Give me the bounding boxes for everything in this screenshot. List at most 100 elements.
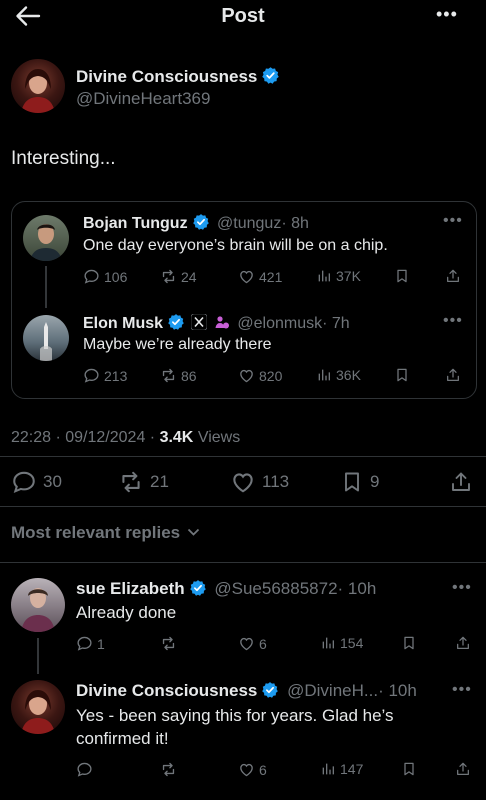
verified-badge-icon (189, 579, 207, 597)
reply-name[interactable]: sue Elizabeth (76, 579, 185, 598)
views-icon (316, 367, 332, 383)
views-button[interactable]: 36K (316, 367, 361, 383)
reply-count: 106 (104, 268, 128, 285)
quoted-text: Maybe we’re already there (83, 336, 272, 353)
reply-button[interactable]: 213 (83, 367, 127, 384)
like-button[interactable]: 113 (230, 469, 289, 495)
views-count: 37K (336, 268, 361, 284)
bookmark-button[interactable] (394, 367, 410, 383)
reply-button[interactable]: 30 (11, 469, 62, 495)
repost-button[interactable]: 21 (118, 469, 169, 495)
reply-time: · 10h (378, 681, 417, 700)
quoted-handle[interactable]: @elonmusk (237, 315, 322, 332)
quoted-name[interactable]: Elon Musk (83, 315, 163, 332)
repost-button[interactable]: 24 (160, 268, 197, 285)
author-avatar[interactable] (11, 59, 65, 113)
reply-text-line-2: confirmed it! (76, 729, 169, 748)
share-icon (455, 635, 471, 651)
bookmark-button[interactable] (401, 635, 417, 651)
reply-icon (83, 367, 100, 384)
quoted-text: One day everyone’s brain will be on a ch… (83, 237, 388, 254)
quoted-name[interactable]: Bojan Tunguz (83, 215, 188, 232)
share-icon (455, 761, 471, 777)
reply-author-row[interactable]: Divine Consciousness @DivineH...· 10h (76, 681, 417, 701)
reply-author-row[interactable]: sue Elizabeth @Sue56885872· 10h (76, 579, 376, 599)
more-options-icon[interactable]: ••• (436, 4, 458, 25)
like-icon (238, 761, 255, 778)
reply-handle[interactable]: @Sue56885872 (214, 579, 337, 598)
like-button[interactable]: 421 (238, 268, 282, 285)
repost-icon (160, 367, 177, 384)
author-handle[interactable]: @DivineHeart369 (76, 89, 210, 109)
share-button[interactable] (455, 761, 471, 777)
like-button[interactable]: 820 (238, 367, 282, 384)
bookmark-button[interactable] (394, 268, 410, 284)
reply-icon (76, 761, 93, 778)
views-icon (320, 761, 336, 777)
reply-button[interactable]: 1 (76, 635, 105, 652)
repost-icon (160, 761, 177, 778)
like-icon (230, 469, 256, 495)
replies-filter-label: Most relevant replies (11, 523, 181, 542)
verified-badge-icon (261, 66, 280, 85)
quoted-time: · 8h (281, 215, 309, 232)
government-badge-icon (214, 314, 230, 330)
reply-text-line-1: Yes - been saying this for years. Glad h… (76, 706, 394, 725)
bookmark-icon (401, 761, 417, 777)
quoted-author-row[interactable]: Bojan Tunguz @tunguz· 8h (83, 213, 309, 233)
quoted-author-row[interactable]: Elon Musk @elonmusk· 7h (83, 313, 350, 333)
bookmark-icon (394, 367, 410, 383)
reply-name[interactable]: Divine Consciousness (76, 681, 257, 700)
thread-line (45, 266, 47, 308)
share-button[interactable] (455, 635, 471, 651)
author-name[interactable]: Divine Consciousness (76, 67, 257, 86)
bookmark-button[interactable] (401, 761, 417, 777)
views-button[interactable]: 154 (320, 635, 363, 651)
post-datetime: 22:28 · 09/12/2024 · (11, 429, 156, 446)
views-icon (320, 635, 336, 651)
like-button[interactable]: 6 (238, 761, 267, 778)
repost-button[interactable]: 86 (160, 367, 197, 384)
quoted-avatar-elon[interactable] (23, 315, 69, 361)
like-count: 421 (259, 268, 283, 285)
views-icon (316, 268, 332, 284)
views-count: 36K (336, 367, 361, 383)
author-name-row[interactable]: Divine Consciousness (76, 66, 280, 87)
repost-count: 24 (181, 268, 197, 285)
repost-button[interactable] (160, 761, 177, 778)
post-views-count: 3.4K (159, 429, 194, 446)
bookmark-icon (401, 635, 417, 651)
quoted-time: · 7h (322, 315, 350, 332)
like-icon (238, 635, 255, 652)
repost-button[interactable] (160, 635, 177, 652)
reply-icon (83, 268, 100, 285)
share-icon (445, 268, 461, 284)
quoted-avatar-bojan[interactable] (23, 215, 69, 261)
like-icon (238, 268, 255, 285)
verified-badge-icon (261, 681, 279, 699)
like-button[interactable]: 6 (238, 635, 267, 652)
verified-badge-icon (192, 213, 210, 231)
reply-avatar-divine[interactable] (11, 680, 65, 734)
replies-filter-dropdown[interactable]: Most relevant replies (11, 522, 200, 543)
share-button[interactable] (445, 268, 461, 284)
quoted-handle[interactable]: @tunguz (217, 215, 281, 232)
like-count: 6 (259, 761, 267, 778)
reply-avatar-sue[interactable] (11, 578, 65, 632)
bookmark-button[interactable]: 9 (340, 469, 379, 495)
views-count: 154 (340, 635, 364, 651)
reply-handle[interactable]: @DivineH... (287, 681, 378, 700)
reply-button[interactable]: 106 (83, 268, 127, 285)
share-button[interactable] (449, 469, 473, 495)
reply-more-icon[interactable]: ••• (452, 681, 472, 699)
views-button[interactable]: 37K (316, 268, 361, 284)
divider (0, 456, 486, 457)
quoted-more-icon[interactable]: ••• (443, 312, 463, 330)
bookmark-count: 9 (370, 472, 380, 491)
reply-button[interactable] (76, 761, 93, 778)
views-button[interactable]: 147 (320, 761, 363, 777)
repost-count: 86 (181, 367, 197, 384)
share-button[interactable] (445, 367, 461, 383)
reply-more-icon[interactable]: ••• (452, 579, 472, 597)
quoted-more-icon[interactable]: ••• (443, 212, 463, 230)
